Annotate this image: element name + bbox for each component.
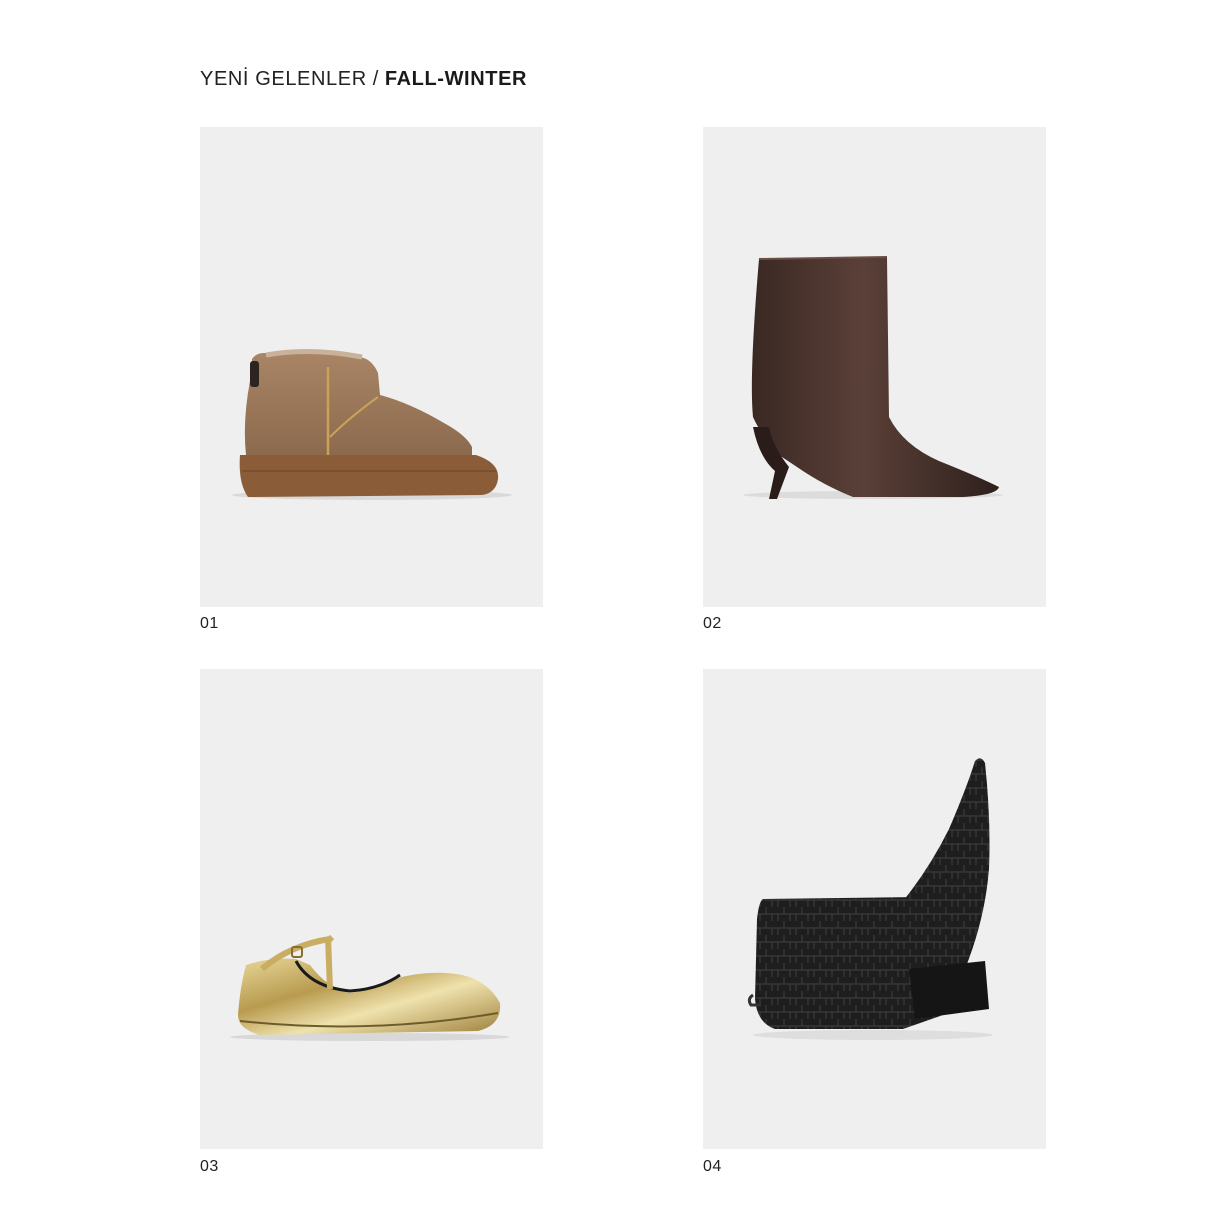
product-number: 01 xyxy=(200,615,219,632)
product-card-1[interactable] xyxy=(200,127,543,607)
breadcrumb-parent-link[interactable]: YENİ GELENLER xyxy=(200,68,367,90)
product-number: 04 xyxy=(703,1158,722,1175)
breadcrumb-separator: / xyxy=(372,68,379,90)
breadcrumb-current: FALL-WINTER xyxy=(384,68,528,90)
product-number: 02 xyxy=(703,615,722,632)
product-card-3[interactable] xyxy=(200,669,543,1149)
product-image-gold-ballet-flat xyxy=(230,934,510,1041)
breadcrumb: YENİ GELENLER / FALL-WINTER xyxy=(200,66,527,92)
product-image-black-croc-boot xyxy=(747,758,993,1040)
product-image-tan-suede-boot xyxy=(232,348,512,500)
product-image-brown-leather-boot xyxy=(743,256,1003,499)
product-card-2[interactable] xyxy=(703,127,1046,607)
product-card-4[interactable] xyxy=(703,669,1046,1149)
product-number: 03 xyxy=(200,1158,219,1175)
